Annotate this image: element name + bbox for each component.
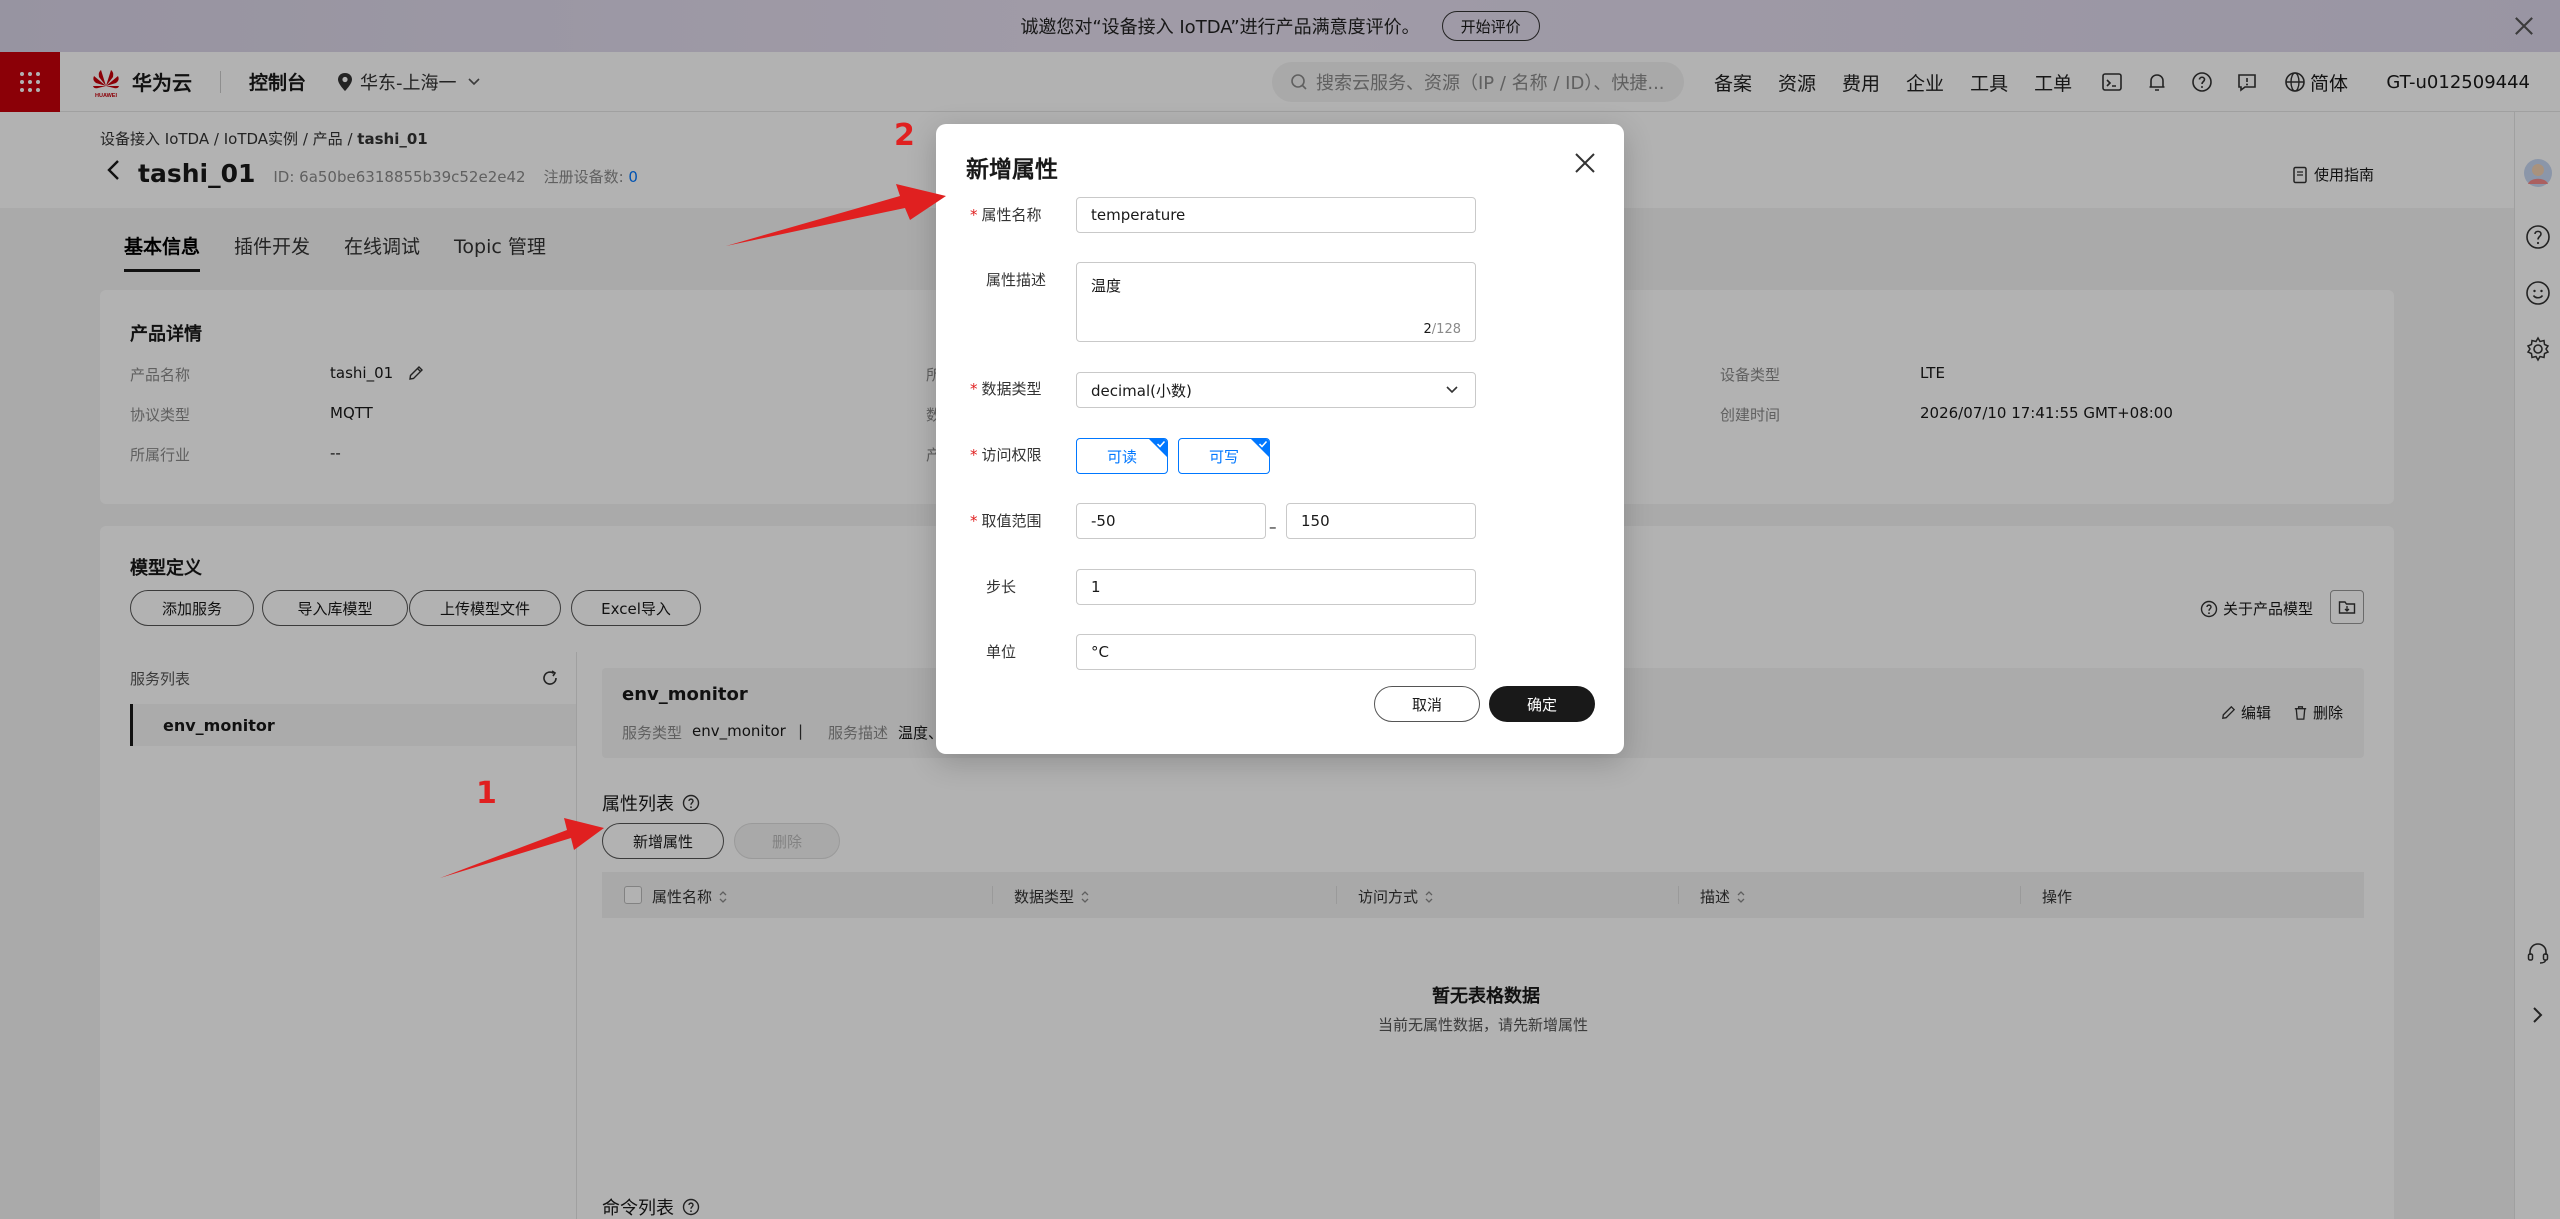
- annotation-arrow-1: [440, 818, 604, 878]
- annotation-number-1: 1: [476, 776, 497, 811]
- annotation-arrows: [440, 184, 946, 878]
- annotation-arrow-2: [726, 184, 946, 246]
- annotation-number-2: 2: [894, 118, 915, 153]
